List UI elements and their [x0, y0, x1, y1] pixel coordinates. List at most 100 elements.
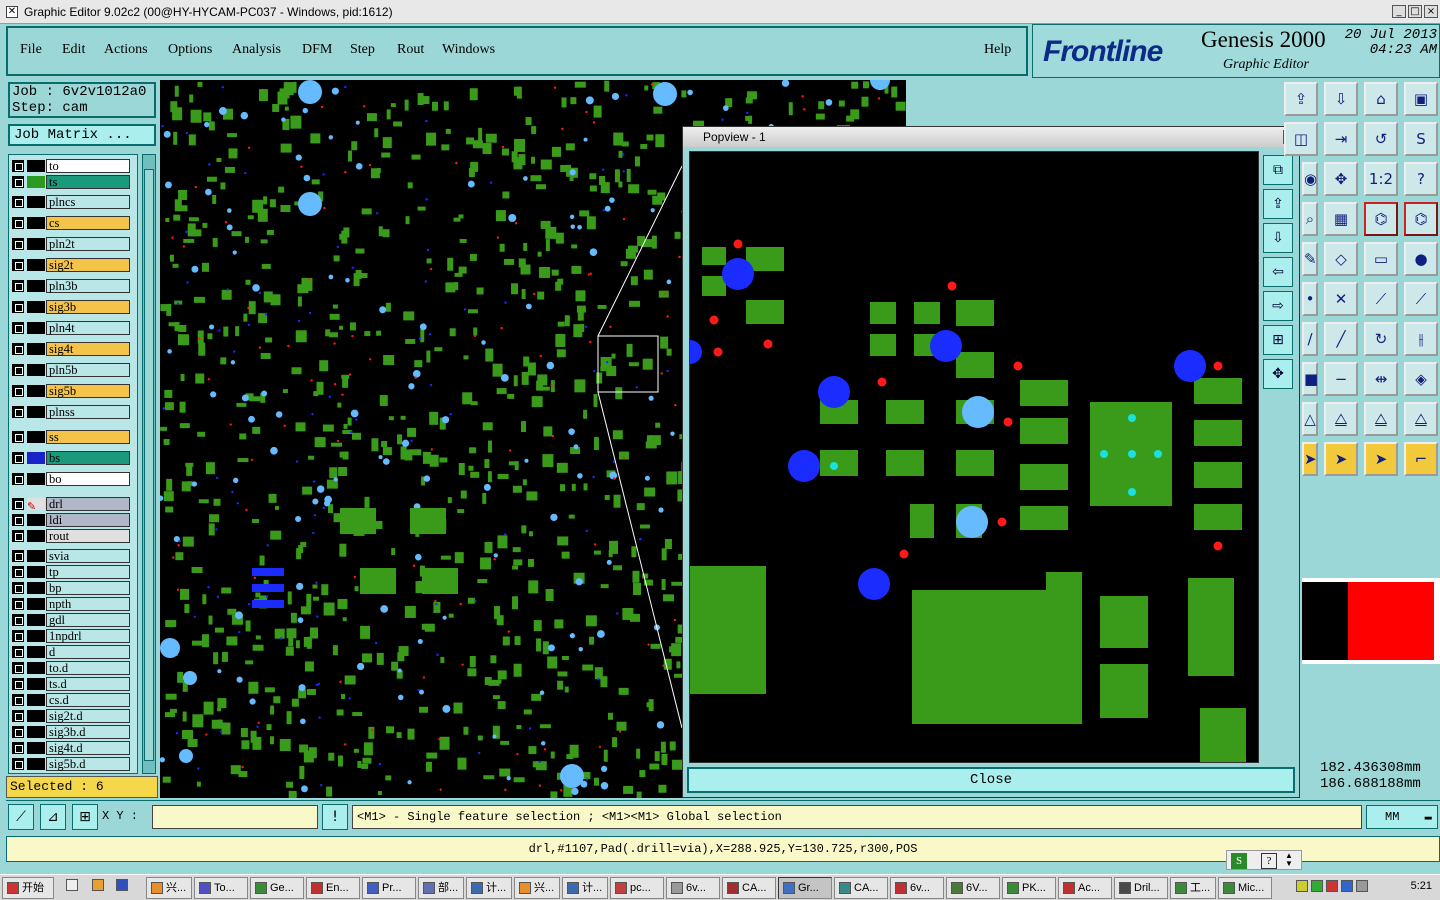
drill-hole[interactable]: [308, 278, 311, 281]
pad[interactable]: [206, 176, 217, 182]
pad[interactable]: [623, 785, 634, 794]
pad[interactable]: [285, 646, 294, 656]
via[interactable]: [583, 137, 588, 142]
pad[interactable]: [542, 454, 554, 468]
zoom-icon[interactable]: ⌕: [1302, 202, 1318, 236]
pad[interactable]: [214, 627, 224, 633]
pad[interactable]: [497, 473, 509, 479]
pad[interactable]: [371, 438, 379, 452]
layer-checkbox[interactable]: [12, 614, 24, 626]
pad[interactable]: [1046, 572, 1082, 718]
pad[interactable]: [260, 352, 271, 359]
drill-hole[interactable]: [662, 664, 665, 667]
pad[interactable]: [502, 636, 510, 646]
menu-analysis[interactable]: Analysis: [232, 42, 281, 58]
pad[interactable]: [347, 417, 352, 426]
via[interactable]: [191, 481, 198, 487]
drill-hole[interactable]: [673, 618, 677, 622]
pad[interactable]: [250, 730, 257, 743]
drill-hole[interactable]: [311, 412, 314, 416]
pad[interactable]: [179, 423, 190, 429]
pad[interactable]: [266, 229, 274, 235]
layer-checkbox[interactable]: [12, 196, 24, 208]
pad[interactable]: [600, 366, 607, 372]
drill-hole[interactable]: [532, 292, 536, 296]
pad[interactable]: [355, 248, 365, 254]
pad[interactable]: [245, 279, 251, 285]
pad[interactable]: [838, 100, 845, 107]
pad[interactable]: [209, 514, 220, 523]
drill-hole[interactable]: [489, 181, 493, 184]
via[interactable]: [524, 458, 529, 463]
layer-row-pln5b[interactable]: pln5b: [9, 363, 137, 377]
help-icon[interactable]: ?: [1404, 162, 1438, 196]
layer-row-ss[interactable]: ss: [9, 430, 137, 444]
via[interactable]: [408, 383, 415, 390]
pad[interactable]: [381, 152, 391, 158]
pad[interactable]: [1188, 578, 1234, 676]
layer-color-swatch[interactable]: [27, 662, 45, 674]
via[interactable]: [418, 689, 424, 695]
pad[interactable]: [259, 555, 265, 566]
pad[interactable]: [342, 617, 347, 622]
menu-file[interactable]: File: [20, 42, 42, 58]
pad[interactable]: [459, 238, 467, 243]
layer-checkbox[interactable]: [12, 662, 24, 674]
pad[interactable]: [202, 222, 208, 228]
via[interactable]: [218, 107, 227, 115]
pad[interactable]: [600, 584, 609, 589]
drill-hole[interactable]: [370, 728, 374, 732]
pad[interactable]: [499, 768, 511, 777]
pad[interactable]: [537, 291, 545, 300]
via[interactable]: [300, 718, 306, 725]
pad[interactable]: [382, 137, 392, 149]
pad[interactable]: [528, 531, 533, 537]
pad[interactable]: [531, 126, 537, 135]
via[interactable]: [163, 130, 171, 138]
layer-checkbox[interactable]: [12, 530, 24, 542]
pad[interactable]: [499, 243, 505, 252]
drill-hole[interactable]: [899, 549, 909, 559]
pad[interactable]: [513, 86, 521, 96]
pad[interactable]: [420, 329, 425, 343]
pad[interactable]: [272, 103, 280, 112]
drill-hole[interactable]: [664, 292, 667, 295]
via[interactable]: [412, 370, 421, 378]
via[interactable]: [493, 553, 498, 558]
pad[interactable]: [268, 493, 277, 503]
pad[interactable]: [644, 85, 649, 91]
via[interactable]: [650, 208, 655, 213]
pad[interactable]: [374, 128, 379, 138]
pad[interactable]: [382, 447, 392, 456]
drill-hole[interactable]: [197, 767, 200, 770]
pad[interactable]: [226, 636, 238, 646]
triangle4-icon[interactable]: ⧋: [1404, 402, 1438, 436]
drill-hole[interactable]: [504, 301, 507, 304]
pad[interactable]: [376, 330, 382, 336]
snap-icon[interactable]: ⟋: [8, 804, 34, 830]
menu-help[interactable]: Help: [984, 42, 1011, 58]
layer-checkbox[interactable]: [12, 678, 24, 690]
pad[interactable]: [202, 262, 210, 272]
via[interactable]: [160, 757, 165, 763]
pad[interactable]: [851, 81, 859, 89]
pad[interactable]: [469, 88, 478, 101]
triangle3-icon[interactable]: ⧋: [1364, 402, 1398, 436]
pad[interactable]: [439, 736, 450, 750]
pad[interactable]: [658, 784, 667, 793]
drill-hole[interactable]: [434, 599, 437, 603]
layer-row-sig4t-d[interactable]: sig4t.d: [9, 741, 137, 755]
pan-right-icon[interactable]: ⇨: [1263, 291, 1293, 321]
pad[interactable]: [397, 434, 403, 445]
pad[interactable]: [241, 740, 250, 750]
drill-hole[interactable]: [351, 334, 354, 338]
layer-row-sig2t-d[interactable]: sig2t.d: [9, 709, 137, 723]
drill-hole[interactable]: [417, 688, 420, 692]
pad[interactable]: [190, 109, 202, 123]
pad[interactable]: [660, 336, 669, 349]
pad[interactable]: [528, 558, 535, 567]
pad[interactable]: [462, 392, 473, 405]
pad[interactable]: [255, 592, 261, 598]
drill-hole[interactable]: [606, 360, 609, 364]
drill-hole[interactable]: [597, 678, 600, 681]
